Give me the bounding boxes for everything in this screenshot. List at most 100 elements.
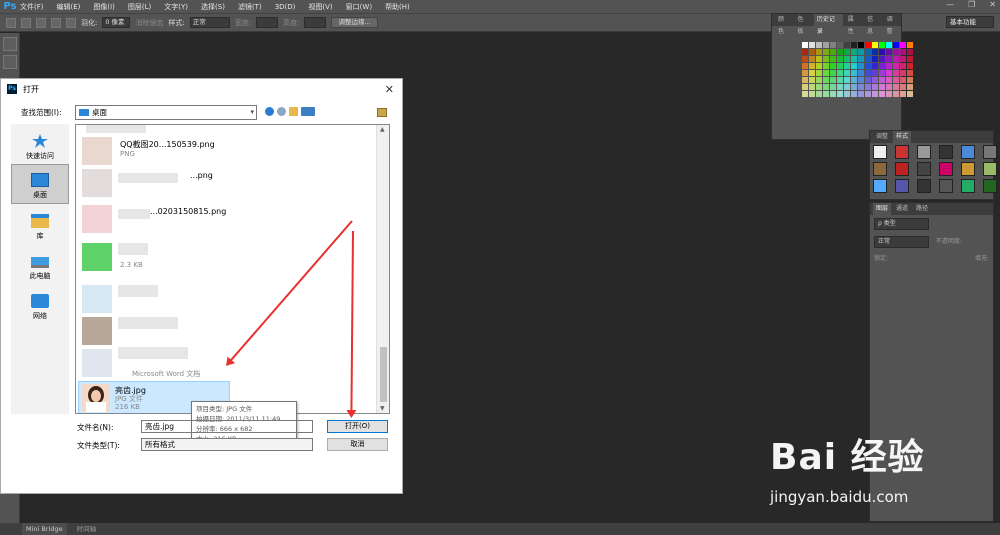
swatch[interactable] [830,91,836,97]
swatch[interactable] [865,70,871,76]
close-icon[interactable]: ✕ [385,83,394,96]
swatch[interactable] [893,91,899,97]
marquee-tool-icon[interactable] [3,55,17,69]
swatch[interactable] [837,56,843,62]
look-in-select[interactable]: 桌面 ▾ [75,105,257,120]
swatch[interactable] [816,70,822,76]
swatch[interactable] [802,91,808,97]
swatch[interactable] [865,49,871,55]
swatch[interactable] [851,49,857,55]
tab-history[interactable]: 历史记录 [813,14,843,35]
tab-info[interactable]: 信息 [864,14,881,35]
swatch[interactable] [851,63,857,69]
swatch[interactable] [830,42,836,48]
swatch[interactable] [844,49,850,55]
swatch[interactable] [823,77,829,83]
swatch[interactable] [886,56,892,62]
swatch[interactable] [837,91,843,97]
feather-input[interactable]: 0 像素 [102,17,131,28]
swatch[interactable] [879,84,885,90]
marquee-tool-icon[interactable] [6,17,16,28]
minimize-icon[interactable]: — [946,0,954,9]
swatch[interactable] [823,42,829,48]
menu-select[interactable]: 选择(S) [201,2,225,12]
swatch[interactable] [830,70,836,76]
list-item[interactable]: ...0203150815.png [82,203,362,237]
filetype-select[interactable]: 所有格式 [141,438,313,451]
height-input[interactable] [304,17,327,28]
swatch[interactable] [865,56,871,62]
swatch[interactable] [893,49,899,55]
swatch[interactable] [809,91,815,97]
restore-icon[interactable]: ❐ [968,0,975,9]
swatch[interactable] [872,77,878,83]
style-grid[interactable] [873,145,997,193]
swatch[interactable] [816,49,822,55]
menu-layer[interactable]: 图层(L) [128,2,151,12]
swatch[interactable] [802,56,808,62]
place-desktop[interactable]: 桌面 [11,164,69,204]
tab-paths[interactable]: 路径 [913,203,931,215]
swatch[interactable] [837,63,843,69]
swatch[interactable] [844,63,850,69]
swatch[interactable] [879,63,885,69]
menu-type[interactable]: 文字(Y) [164,2,188,12]
swatch[interactable] [900,56,906,62]
swatch[interactable] [851,84,857,90]
tab-swatches[interactable]: 色板 [794,14,811,35]
close-icon[interactable]: ✕ [989,0,996,9]
list-item[interactable] [82,315,362,349]
list-item[interactable]: Microsoft Word 文档 [82,347,362,381]
style-swatch[interactable] [983,145,997,159]
tab-timeline[interactable]: 时间轴 [73,523,101,535]
swatch[interactable] [907,56,913,62]
view-menu-icon[interactable] [301,107,315,116]
swatch[interactable] [809,77,815,83]
add-selection-icon[interactable] [36,17,46,28]
swatch[interactable] [837,77,843,83]
antialias-label[interactable]: 消除锯齿 [135,18,163,28]
swatch[interactable] [893,84,899,90]
swatch[interactable] [858,42,864,48]
swatch[interactable] [879,91,885,97]
swatch[interactable] [802,84,808,90]
swatch-grid[interactable] [802,42,913,97]
width-input[interactable] [256,17,279,28]
swatch[interactable] [830,77,836,83]
swatch[interactable] [879,56,885,62]
swatch[interactable] [816,63,822,69]
swatch[interactable] [851,77,857,83]
swatch[interactable] [879,42,885,48]
style-swatch[interactable] [983,179,997,193]
swatch[interactable] [844,77,850,83]
swatch[interactable] [893,77,899,83]
style-swatch[interactable] [895,179,909,193]
swatch[interactable] [872,56,878,62]
swatch[interactable] [865,84,871,90]
menu-filter[interactable]: 滤镜(T) [238,2,262,12]
style-swatch[interactable] [939,162,953,176]
swatch[interactable] [886,63,892,69]
swatch[interactable] [816,84,822,90]
swatch[interactable] [858,63,864,69]
swatch[interactable] [802,42,808,48]
cancel-button[interactable]: 取消 [327,438,388,451]
style-swatch[interactable] [939,145,953,159]
swatch[interactable] [809,56,815,62]
swatch[interactable] [886,70,892,76]
swatch[interactable] [886,77,892,83]
swatch[interactable] [872,70,878,76]
new-folder-icon[interactable] [289,107,298,116]
swatch[interactable] [858,91,864,97]
tab-channels[interactable]: 通道 [893,203,911,215]
style-swatch[interactable] [961,179,975,193]
create-folder-icon[interactable] [377,108,387,117]
swatch[interactable] [802,63,808,69]
tab-adjust[interactable]: 调整 [873,131,891,143]
swatch[interactable] [844,56,850,62]
vertical-scrollbar[interactable]: ▲ ▼ [376,125,389,413]
swatch[interactable] [837,84,843,90]
style-swatch[interactable] [917,162,931,176]
swatch[interactable] [872,91,878,97]
swatch[interactable] [886,84,892,90]
